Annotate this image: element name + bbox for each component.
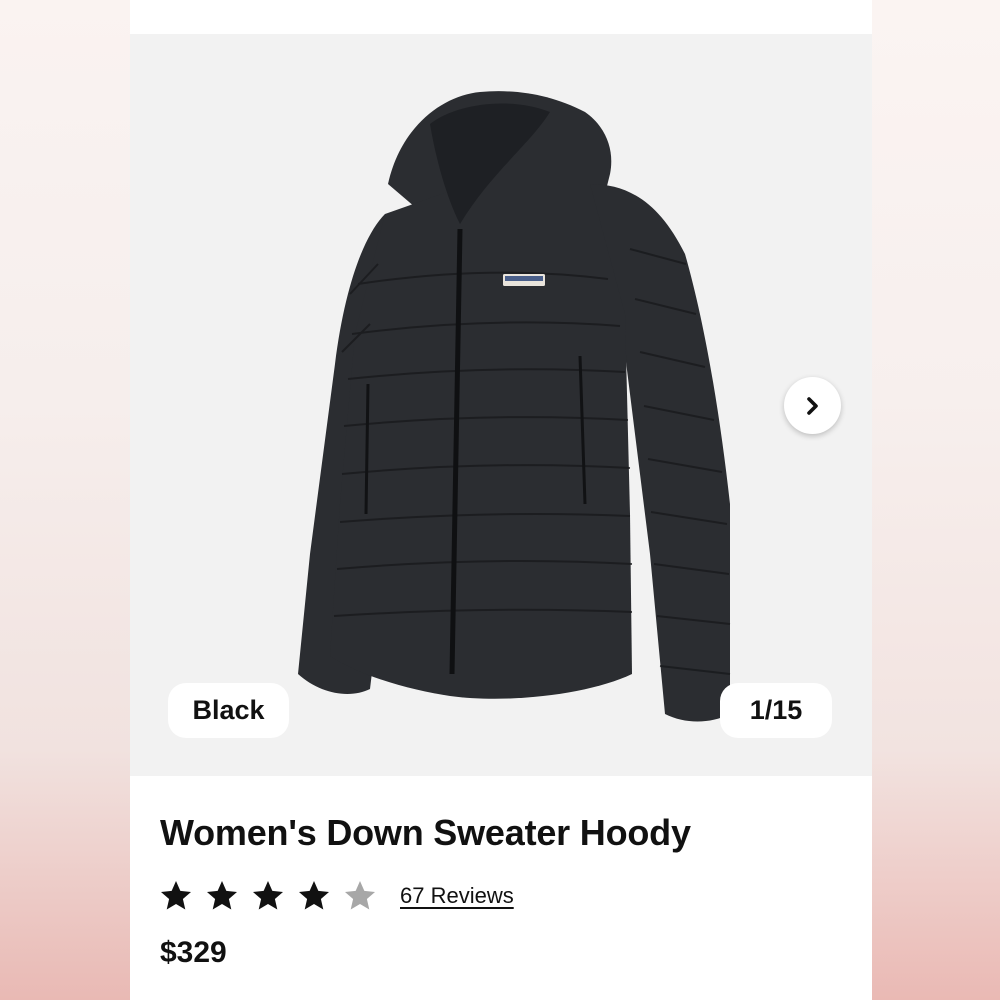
product-image-gallery[interactable]: Black 1/15 xyxy=(130,34,872,776)
rating-row: 67 Reviews xyxy=(158,876,514,916)
product-info: Women's Down Sweater Hoody 67 Reviews $3… xyxy=(130,776,872,1000)
star-filled-icon xyxy=(253,881,283,910)
product-title: Women's Down Sweater Hoody xyxy=(160,812,691,853)
image-counter-badge: 1/15 xyxy=(720,683,832,738)
background-left-panel xyxy=(0,0,130,1000)
product-page: Black 1/15 Women's Down Sweater Hoody 67… xyxy=(130,0,872,1000)
reviews-link[interactable]: 67 Reviews xyxy=(400,883,514,909)
product-price: $329 xyxy=(160,936,227,969)
product-image xyxy=(298,91,731,722)
star-filled-icon xyxy=(161,881,191,910)
next-image-button[interactable] xyxy=(784,377,841,434)
background-right-panel xyxy=(872,0,1000,1000)
color-name-badge: Black xyxy=(168,683,289,738)
star-empty-icon xyxy=(345,881,375,910)
chevron-right-icon xyxy=(806,396,818,415)
star-filled-icon xyxy=(207,881,237,910)
star-filled-icon xyxy=(299,881,329,910)
